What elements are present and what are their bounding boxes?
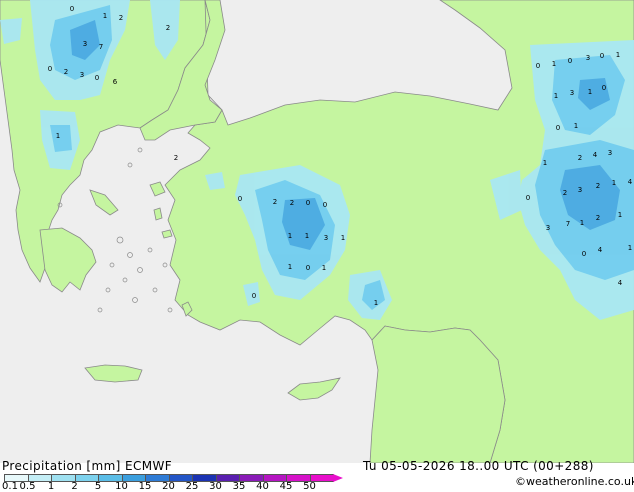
precip-value-label: 1: [554, 92, 558, 100]
precip-value-label: 1: [305, 232, 309, 240]
precip-value-label: 0: [70, 5, 74, 13]
valid-time: Tu 05-05-2026 18..00 UTC (00+288): [363, 459, 594, 473]
precip-value-label: 3: [608, 149, 612, 157]
precip-value-label: 7: [99, 43, 103, 51]
precip-value-label: 3: [324, 234, 328, 242]
map-footer: Precipitation [mm] ECMWF Tu 05-05-2026 1…: [0, 459, 634, 492]
precipitation-map: 01 223 70 2 3 0 6120 2 2 0 01 1 3 11 0 1010 1 0 3 0 11 3 1 00 11…: [0, 0, 634, 463]
precip-value-label: 1: [618, 211, 622, 219]
precip-value-label: 2: [64, 68, 68, 76]
precip-value-label: 0: [306, 264, 310, 272]
precip-value-label: 1: [588, 88, 592, 96]
colorbar-tick-label: 1: [47, 481, 55, 492]
precip-value-label: 0: [252, 292, 256, 300]
precip-value-label: 1: [580, 219, 584, 227]
precip-value-label: 0: [238, 195, 242, 203]
precip-value-label: 2: [596, 182, 600, 190]
colorbar-tick-label: 35: [232, 481, 246, 492]
precip-value-label: 3: [570, 89, 574, 97]
precip-value-label: 1: [103, 12, 107, 20]
precip-value-label: 3: [586, 54, 590, 62]
colorbar-tick-label: 0.1: [2, 481, 18, 492]
precip-value-label: 0: [526, 194, 530, 202]
colorbar-tick-label: 45: [279, 481, 293, 492]
precip-value-label: 1: [574, 122, 578, 130]
precip-value-label: 4: [628, 178, 633, 186]
precip-value-label: 0: [600, 52, 604, 60]
precip-value-label: 0: [95, 74, 99, 82]
precip-value-label: 1: [552, 60, 556, 68]
precip-value-label: 3: [83, 40, 87, 48]
colorbar-tick-label: 5: [94, 481, 102, 492]
precip-value-label: 3: [578, 186, 582, 194]
precip-value-label: 2: [273, 198, 277, 206]
precip-value-label: 4: [618, 279, 623, 287]
colorbar-tick-label: 15: [138, 481, 152, 492]
precip-value-label: 0: [306, 199, 310, 207]
precip-value-label: 2: [290, 199, 294, 207]
precip-value-label: 1: [612, 179, 616, 187]
precip-value-label: 0: [48, 65, 52, 73]
precip-value-label: 1: [56, 132, 60, 140]
precip-value-label: 1: [288, 232, 292, 240]
precip-value-label: 2: [119, 14, 123, 22]
colorbar-tick-label: 40: [256, 481, 269, 492]
colorbar-tick-label: 0.5: [19, 481, 36, 492]
precip-value-label: 4: [593, 151, 598, 159]
precip-value-label: 2: [166, 24, 170, 32]
precip-value-label: 7: [566, 220, 570, 228]
precip-value-label: 0: [536, 62, 540, 70]
precip-value-label: 6: [113, 78, 118, 86]
precip-value-label: 1: [322, 264, 326, 272]
precip-value-label: 0: [582, 250, 586, 258]
colorbar-tick-label: 50: [303, 481, 316, 492]
colorbar-tick-label: 30: [209, 481, 222, 492]
precip-value-label: 1: [288, 263, 292, 271]
precip-value-label: 2: [596, 214, 600, 222]
precip-value-label: 1: [341, 234, 345, 242]
credit-link[interactable]: ©weatheronline.co.uk: [515, 475, 634, 488]
precip-value-label: 1: [374, 299, 378, 307]
precip-value-label: 1: [543, 159, 547, 167]
levant-land: [369, 325, 506, 463]
precip-value-label: 1: [628, 244, 632, 252]
colorbar-tick-label: 20: [162, 481, 175, 492]
precip-value-label: 2: [174, 154, 178, 162]
precip-value-label: 2: [578, 154, 582, 162]
precip-value-label: 0: [556, 124, 560, 132]
colorbar-tick-label: 10: [115, 481, 128, 492]
colorbar-arrow: [333, 474, 343, 482]
colorbar-tick-label: 25: [185, 481, 199, 492]
map-title: Precipitation [mm] ECMWF: [2, 459, 173, 473]
precip-value-label: 0: [323, 201, 327, 209]
precip-value-label: 4: [598, 246, 603, 254]
precip-value-label: 1: [616, 51, 620, 59]
precip-value-label: 2: [563, 189, 567, 197]
precip-value-label: 0: [568, 57, 572, 65]
precip-value-label: 3: [546, 224, 550, 232]
colorbar-tick-label: 2: [71, 481, 78, 492]
precip-value-label: 0: [602, 84, 606, 92]
precip-value-label: 3: [80, 71, 84, 79]
